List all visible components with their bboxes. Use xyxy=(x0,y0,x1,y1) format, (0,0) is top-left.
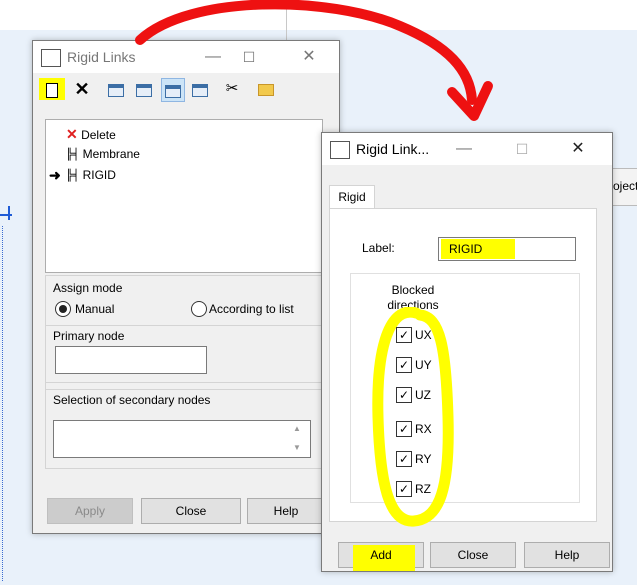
annotation-arrow xyxy=(135,0,493,121)
